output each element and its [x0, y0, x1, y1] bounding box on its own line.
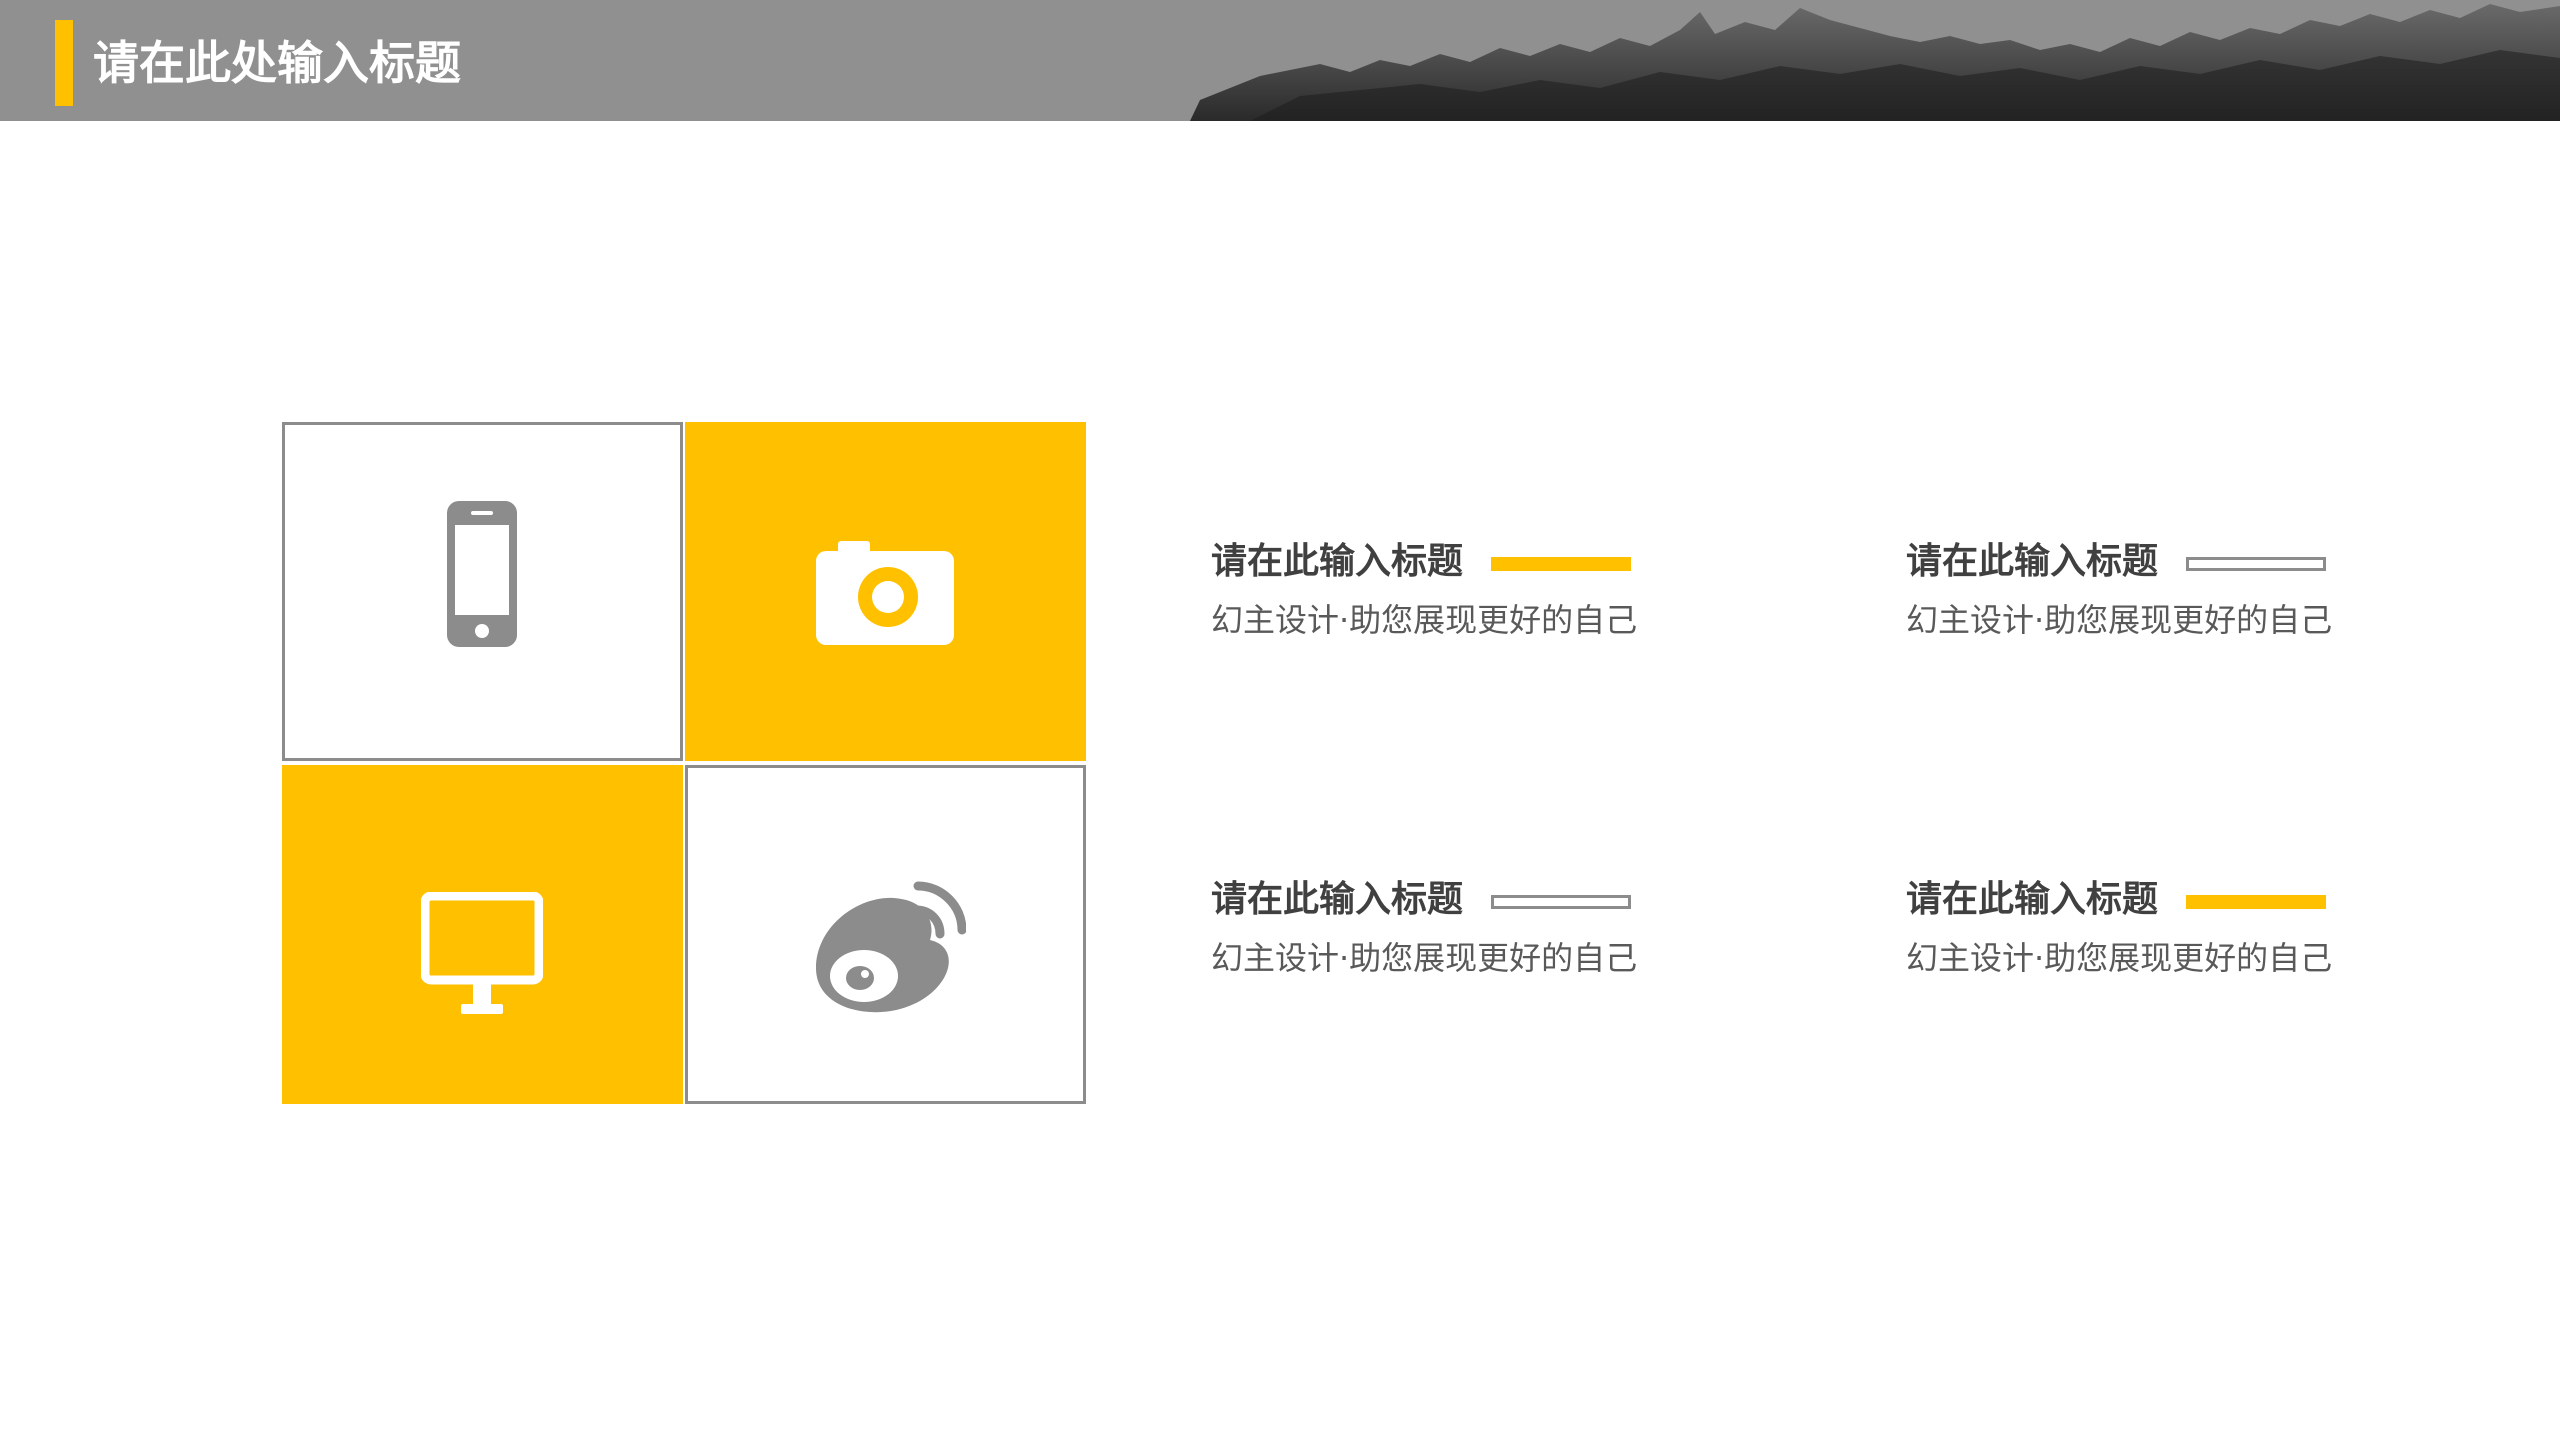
grid-cell-monitor: [282, 765, 683, 1104]
item-title: 请在此输入标题: [1211, 541, 1464, 582]
icon-grid: [282, 422, 1089, 1104]
grid-cell-camera: [685, 422, 1086, 761]
item-accent-line: [1491, 895, 1631, 909]
monitor-icon: [421, 892, 543, 1014]
header-bar: 请在此处输入标题: [0, 0, 2560, 121]
item-description: 幻主设计·助您展现更好的自己: [1211, 601, 1638, 639]
item-accent-line: [1491, 557, 1631, 571]
item-title: 请在此输入标题: [1906, 879, 2159, 920]
item-description: 幻主设计·助您展现更好的自己: [1211, 939, 1638, 977]
grid-cell-weibo: [685, 765, 1086, 1104]
weibo-icon: [816, 881, 966, 1013]
page-title: 请在此处输入标题: [93, 36, 461, 90]
item-description: 幻主设计·助您展现更好的自己: [1906, 601, 2333, 639]
item-description: 幻主设计·助您展现更好的自己: [1906, 939, 2333, 977]
title-accent-bar: [55, 20, 73, 106]
grid-cell-phone: [282, 422, 683, 761]
item-accent-line: [2186, 557, 2326, 571]
item-title: 请在此输入标题: [1211, 879, 1464, 920]
item-accent-line: [2186, 895, 2326, 909]
item-title: 请在此输入标题: [1906, 541, 2159, 582]
camera-icon: [816, 541, 954, 645]
mobile-phone-icon: [447, 501, 517, 647]
